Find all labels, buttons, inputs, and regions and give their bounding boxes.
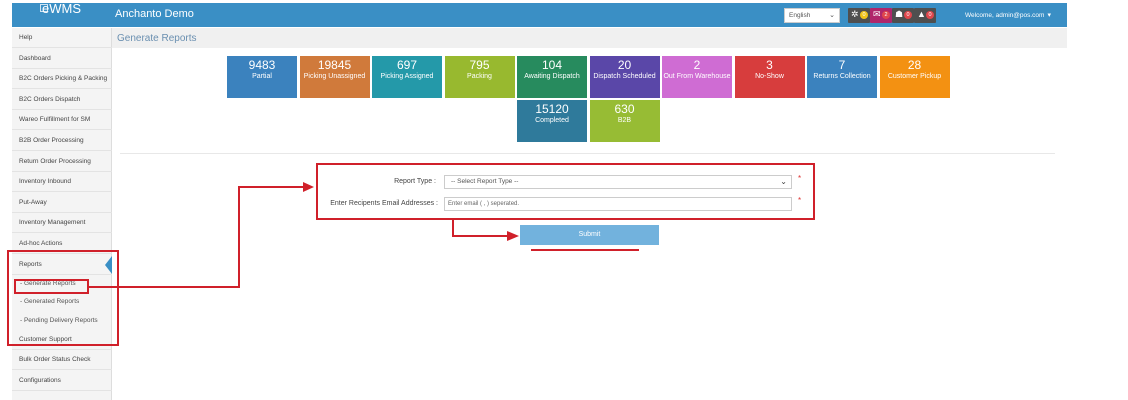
annotation-line <box>89 286 240 288</box>
tile-label: Partial <box>252 73 272 80</box>
status-tile[interactable]: 7 Returns Collection <box>807 56 877 98</box>
status-tile[interactable]: 697 Picking Assigned <box>372 56 442 98</box>
annotation-arrow-icon <box>303 182 314 192</box>
tile-count: 7 <box>838 58 846 72</box>
page-title-bar: Generate Reports <box>112 28 1067 48</box>
tile-count: 2 <box>693 58 701 72</box>
status-tile[interactable]: 630 B2B <box>589 100 660 142</box>
tile-label: Out From Warehouse <box>663 73 731 80</box>
tile-label: Picking Assigned <box>380 73 434 80</box>
notification-badge: 0 <box>926 11 934 19</box>
sidebar-item[interactable]: B2C Orders Dispatch <box>12 90 112 110</box>
tile-label: No-Show <box>755 73 784 80</box>
sidebar-item[interactable]: Inventory Inbound <box>12 172 112 193</box>
tile-count: 104 <box>541 58 563 72</box>
sidebar-item[interactable]: B2C Orders Picking & Packing <box>12 69 112 90</box>
status-tile[interactable]: 20 Dispatch Scheduled <box>589 56 660 98</box>
tile-count: 19845 <box>317 58 352 72</box>
user-button[interactable]: ☗ 0 <box>892 8 914 23</box>
status-tile[interactable]: 3 No-Show <box>734 56 805 98</box>
tile-count: 28 <box>907 58 922 72</box>
page-root: eWMS Anchanto Demo English ⌄ ✲ 0 ✉ 2 ☗ 0 ▲ 0 We… <box>0 0 1128 400</box>
user-menu[interactable]: Welcome, admin@pos.com ▾ <box>965 11 1051 19</box>
tile-count: 20 <box>617 58 632 72</box>
language-value: English <box>789 12 811 19</box>
tile-count: 15120 <box>535 102 569 116</box>
logo-area: eWMS <box>12 1 110 27</box>
status-tile[interactable]: 9483 Partial <box>227 56 297 98</box>
envelope-button[interactable]: ✉ 2 <box>870 8 892 23</box>
tile-label: B2B <box>617 117 632 124</box>
sidebar-item[interactable]: Dashboard <box>12 49 112 69</box>
tile-label: Customer Pickup <box>887 73 942 80</box>
tile-count: 697 <box>396 58 418 72</box>
annotation-underline <box>531 249 639 251</box>
welcome-text: Welcome, admin@pos.com <box>965 12 1045 19</box>
status-tile[interactable]: 2 Out From Warehouse <box>662 56 732 98</box>
user-icon: ☗ <box>895 9 904 19</box>
status-tile[interactable]: 19845 Picking Unassigned <box>299 56 370 98</box>
sidebar-item[interactable]: Wareo Fulfillment for SM <box>12 110 112 131</box>
caret-down-icon: ▾ <box>1047 12 1051 19</box>
tile-count: 9483 <box>248 58 276 72</box>
envelope-icon: ✉ <box>873 9 881 19</box>
spinner-icon: ✲ <box>851 9 859 19</box>
annotation-sidebar-box <box>7 250 119 346</box>
status-tile[interactable]: 104 Awaiting Dispatch <box>517 56 587 98</box>
notification-badge: 2 <box>882 11 890 19</box>
sidebar-item[interactable]: Put-Away <box>12 193 112 213</box>
language-select[interactable]: English ⌄ <box>784 8 840 23</box>
sidebar-item[interactable]: Bulk Order Status Check <box>12 350 112 370</box>
annotation-line <box>238 186 304 188</box>
status-tile[interactable]: 795 Packing <box>444 56 515 98</box>
tile-label: Picking Unassigned <box>303 73 366 80</box>
notification-badge: 0 <box>860 11 868 19</box>
sidebar-item[interactable]: Return Order Processing <box>12 152 112 172</box>
sidebar-item[interactable]: Inventory Management <box>12 213 112 234</box>
tile-label: Completed <box>535 117 569 124</box>
tile-count: 3 <box>766 58 773 72</box>
spinner-button[interactable]: ✲ 0 <box>848 8 870 23</box>
top-navbar: eWMS Anchanto Demo English ⌄ ✲ 0 ✉ 2 ☗ 0 ▲ 0 We… <box>12 1 1067 27</box>
sidebar-item[interactable]: Help <box>12 28 112 48</box>
logo-text[interactable]: eWMS <box>42 1 81 16</box>
tile-label: Packing <box>467 73 492 80</box>
bell-button[interactable]: ▲ 0 <box>914 8 936 23</box>
app-title: Anchanto Demo <box>115 8 194 20</box>
page-title: Generate Reports <box>117 33 197 44</box>
tile-label: Dispatch Scheduled <box>593 73 656 80</box>
status-tile[interactable]: 15120 Completed <box>517 100 587 142</box>
divider <box>120 153 1055 154</box>
annotation-generate-box <box>14 279 89 294</box>
tile-label: Awaiting Dispatch <box>524 73 580 80</box>
chevron-down-icon: ⌄ <box>829 12 835 19</box>
tile-label: Returns Collection <box>813 73 871 80</box>
sidebar-item[interactable]: Configurations <box>12 371 112 391</box>
annotation-arrow-icon <box>507 231 519 241</box>
annotation-form-box <box>316 163 815 220</box>
annotation-line <box>452 235 508 237</box>
status-tile[interactable]: 28 Customer Pickup <box>879 56 950 98</box>
tile-count: 795 <box>469 58 490 72</box>
submit-button[interactable]: Submit <box>520 225 659 245</box>
bell-icon: ▲ <box>917 9 926 19</box>
notification-badge: 0 <box>904 11 912 19</box>
annotation-line <box>238 186 240 288</box>
annotation-line <box>452 220 454 236</box>
sidebar-item[interactable]: B2B Order Processing <box>12 131 112 151</box>
tile-count: 630 <box>614 102 635 116</box>
